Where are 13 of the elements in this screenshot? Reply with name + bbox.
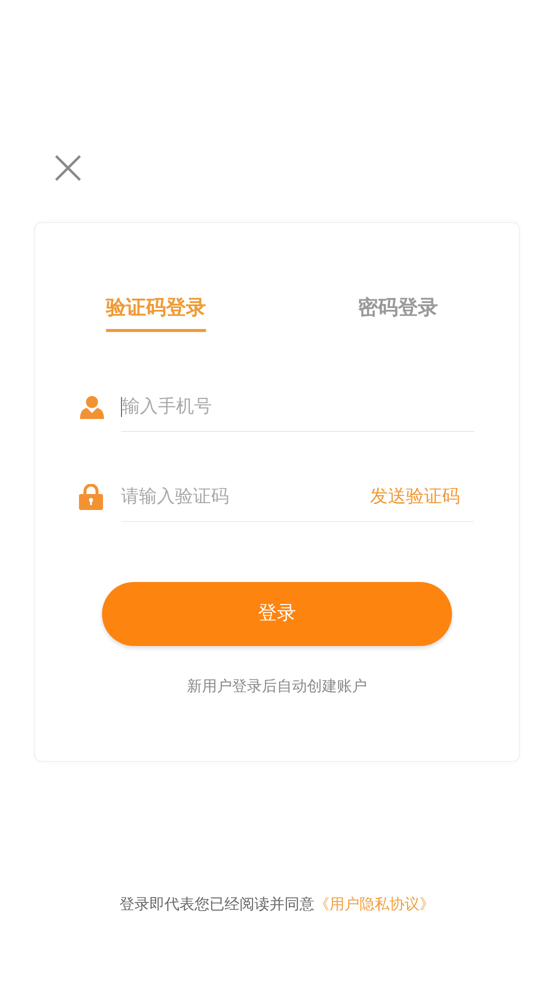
close-button[interactable] [54,154,82,182]
new-user-note: 新用户登录后自动创建账户 [187,677,367,697]
login-tab[interactable]: 密码登录 [358,293,438,332]
send-code-button[interactable]: 发送验证码 [370,483,474,510]
agreement-text: 登录即代表您已经阅读并同意《用户隐私协议》 [118,895,436,915]
input-field[interactable]: 请输入验证码 [121,483,370,510]
input-field[interactable]: 输入手机号 [122,393,474,420]
text-cursor [121,396,122,416]
person-icon [79,394,105,420]
login-button[interactable]: 登录 [102,582,452,646]
login-tab[interactable]: 验证码登录 [106,293,206,332]
lock-icon [79,484,103,510]
privacy-link[interactable]: 《用户隐私协议》 [314,896,434,913]
